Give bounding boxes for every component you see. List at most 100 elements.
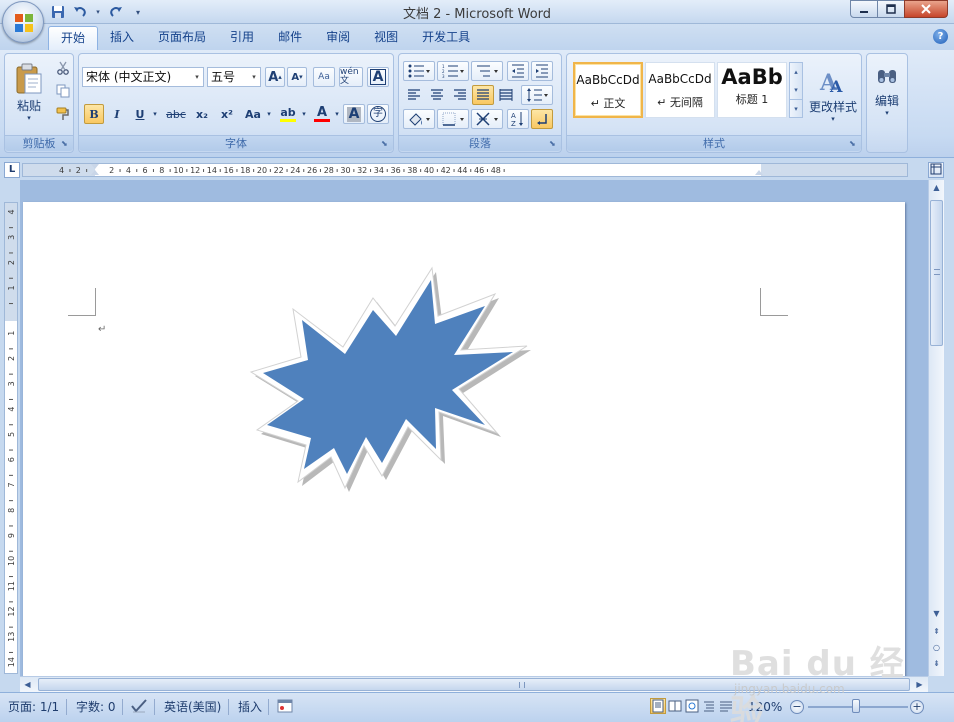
superscript-button[interactable]: x²: [216, 104, 238, 124]
vertical-ruler[interactable]: 4 3 2 1 1 2 3 4 5 6 7 8 9 10 11 12 13 14: [4, 202, 18, 674]
tab-view[interactable]: 视图: [362, 26, 410, 50]
horizontal-scrollbar[interactable]: ◀ ▶: [20, 676, 928, 692]
status-language[interactable]: 英语(美国): [164, 698, 221, 716]
help-button[interactable]: ?: [933, 29, 948, 44]
first-line-indent-marker[interactable]: [91, 164, 99, 169]
minimize-button[interactable]: [850, 0, 878, 18]
explosion-shape[interactable]: [245, 262, 545, 522]
align-left-button[interactable]: [403, 85, 425, 105]
font-color-dropdown-icon[interactable]: ▾: [333, 104, 341, 124]
char-shading-button[interactable]: A: [343, 104, 365, 124]
sort-button[interactable]: AZ: [507, 109, 529, 129]
scroll-down-icon[interactable]: ▼: [929, 606, 944, 622]
tab-insert[interactable]: 插入: [98, 26, 146, 50]
vertical-scrollbar[interactable]: ▲ ▼ ⇞ ○ ⇟: [928, 180, 944, 676]
bold-button[interactable]: B: [84, 104, 104, 124]
hanging-indent-marker[interactable]: [91, 170, 99, 175]
underline-dropdown-icon[interactable]: ▾: [150, 104, 160, 124]
vertical-scroll-thumb[interactable]: [930, 200, 943, 346]
align-right-button[interactable]: [449, 85, 471, 105]
proofing-button[interactable]: [130, 698, 148, 716]
view-draft-button[interactable]: [718, 698, 734, 714]
borders-button[interactable]: [437, 109, 469, 129]
style-normal[interactable]: AaBbCcDd ↵ 正文: [573, 62, 643, 118]
right-indent-marker[interactable]: [755, 170, 763, 175]
shrink-font-button[interactable]: A ▾: [287, 67, 307, 87]
status-word-count[interactable]: 字数: 0: [76, 698, 116, 716]
highlight-button[interactable]: ab: [276, 104, 300, 124]
previous-page-icon[interactable]: ⇞: [929, 624, 944, 640]
tab-home[interactable]: 开始: [48, 26, 99, 50]
increase-indent-button[interactable]: [531, 61, 553, 81]
decrease-indent-button[interactable]: [507, 61, 529, 81]
styles-launcher-icon[interactable]: ⬊: [849, 140, 858, 149]
style-heading-1[interactable]: AaBb 标题 1: [717, 62, 787, 118]
show-hide-marks-button[interactable]: [531, 109, 553, 129]
font-size-combo[interactable]: 五号 ▾: [207, 67, 261, 87]
status-page-count[interactable]: 页面: 1/1: [8, 698, 59, 716]
change-case-button[interactable]: Aa: [241, 104, 265, 124]
justify-button[interactable]: [472, 85, 494, 105]
view-print-layout-button[interactable]: [650, 698, 666, 714]
zoom-slider-thumb[interactable]: [852, 699, 860, 713]
scroll-up-icon[interactable]: ▲: [929, 180, 944, 196]
font-name-dropdown-icon[interactable]: ▾: [191, 68, 203, 86]
font-launcher-icon[interactable]: ⬊: [381, 140, 390, 149]
view-web-layout-button[interactable]: [684, 698, 700, 714]
scroll-right-icon[interactable]: ▶: [912, 677, 927, 693]
underline-button[interactable]: U: [130, 104, 150, 124]
line-spacing-button[interactable]: [521, 85, 553, 105]
asian-layout-button[interactable]: [471, 109, 503, 129]
cut-button[interactable]: [53, 58, 73, 78]
tab-stop-selector[interactable]: L: [4, 162, 20, 178]
zoom-in-button[interactable]: +: [910, 700, 924, 714]
numbering-button[interactable]: 123: [437, 61, 469, 81]
styles-more-icon[interactable]: ▾: [790, 99, 802, 117]
tab-page-layout[interactable]: 页面布局: [146, 26, 218, 50]
font-size-dropdown-icon[interactable]: ▾: [248, 68, 260, 86]
close-button[interactable]: [904, 0, 948, 18]
copy-button[interactable]: [53, 81, 73, 101]
shading-button[interactable]: [403, 109, 435, 129]
strikethrough-button[interactable]: abc: [163, 104, 189, 124]
tab-references[interactable]: 引用: [218, 26, 266, 50]
tab-developer[interactable]: 开发工具: [410, 26, 482, 50]
styles-scroll-down-icon[interactable]: ▾: [790, 81, 802, 99]
zoom-level[interactable]: 120%: [748, 698, 782, 716]
change-styles-button[interactable]: A A 更改样式 ▾: [807, 56, 859, 132]
italic-button[interactable]: I: [107, 104, 127, 124]
paragraph-launcher-icon[interactable]: ⬊: [549, 140, 558, 149]
horizontal-ruler[interactable]: 4 2 2 4 6 8 10 12 14 16 18 20 22 24 26 28 30 32 34 36 38 40 42…: [22, 163, 908, 177]
change-case-dropdown-icon[interactable]: ▾: [265, 104, 273, 124]
scroll-left-icon[interactable]: ◀: [20, 677, 35, 693]
paste-button[interactable]: 粘贴 ▾: [9, 56, 49, 128]
tab-review[interactable]: 审阅: [314, 26, 362, 50]
editing-button[interactable]: 编辑 ▾: [869, 56, 905, 128]
document-page[interactable]: ↵: [23, 202, 905, 676]
macro-record-button[interactable]: [277, 698, 293, 716]
view-ruler-button[interactable]: [928, 162, 944, 178]
horizontal-scroll-thumb[interactable]: [38, 678, 910, 691]
align-center-button[interactable]: [426, 85, 448, 105]
zoom-out-button[interactable]: −: [790, 700, 804, 714]
highlight-dropdown-icon[interactable]: ▾: [300, 104, 308, 124]
bullets-button[interactable]: [403, 61, 435, 81]
enclose-characters-button[interactable]: 字: [367, 104, 389, 124]
status-insert-mode[interactable]: 插入: [238, 698, 262, 716]
next-page-icon[interactable]: ⇟: [929, 656, 944, 672]
styles-scroll-up-icon[interactable]: ▴: [790, 63, 802, 81]
distributed-button[interactable]: [495, 85, 517, 105]
view-full-screen-reading-button[interactable]: [667, 698, 683, 714]
view-outline-button[interactable]: [701, 698, 717, 714]
browse-object-icon[interactable]: ○: [929, 640, 944, 656]
grow-font-button[interactable]: A ▴: [265, 67, 285, 87]
char-border-button[interactable]: A: [367, 67, 389, 87]
clear-format-button[interactable]: Aa: [313, 67, 335, 87]
font-name-combo[interactable]: 宋体 (中文正文) ▾: [82, 67, 204, 87]
clipboard-launcher-icon[interactable]: ⬊: [61, 140, 70, 149]
maximize-button[interactable]: [877, 0, 905, 18]
format-painter-button[interactable]: [53, 104, 73, 124]
font-color-button[interactable]: A: [311, 104, 333, 124]
subscript-button[interactable]: x₂: [191, 104, 213, 124]
tab-mailings[interactable]: 邮件: [266, 26, 314, 50]
